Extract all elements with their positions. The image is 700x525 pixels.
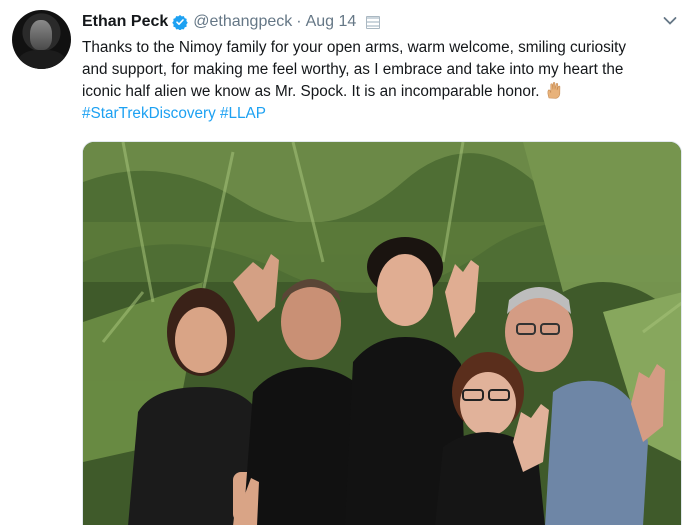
author-handle[interactable]: @ethangpeck	[193, 13, 292, 31]
author-name[interactable]: Ethan Peck	[82, 13, 168, 31]
tweet-text-line-3: iconic half alien we know as Mr. Spock. …	[82, 80, 682, 103]
chevron-down-icon[interactable]	[663, 16, 677, 26]
thumbnail-icon	[366, 15, 381, 29]
avatar[interactable]	[12, 10, 71, 69]
verified-badge-icon	[172, 15, 188, 30]
hashtag-startrekdiscovery[interactable]: #StarTrekDiscovery	[82, 105, 216, 122]
tweet-text-line-2: and support, for making me feel worthy, …	[82, 60, 624, 78]
tweet-text: Thanks to the Nimoy family for your open…	[82, 37, 682, 124]
hashtag-line: #StarTrekDiscovery #LLAP	[82, 103, 682, 125]
tweet-text-line-1: Thanks to the Nimoy family for your open…	[82, 39, 627, 56]
tweet-text-line-3-content: iconic half alien we know as Mr. Spock. …	[82, 83, 540, 100]
tweet-photo[interactable]	[82, 141, 682, 525]
tweet-date[interactable]: Aug 14	[306, 13, 357, 31]
tweet-header: Ethan Peck @ethangpeck · Aug 14	[82, 10, 381, 34]
avatar-face	[30, 20, 52, 50]
hashtag-llap[interactable]: #LLAP	[220, 105, 266, 122]
vulcan-salute-icon	[548, 82, 561, 99]
photo-illustration	[83, 142, 681, 525]
header-separator: ·	[296, 13, 302, 30]
avatar-shoulders	[18, 50, 66, 69]
tweet-card[interactable]: Ethan Peck @ethangpeck · Aug 14 Thanks t…	[0, 0, 700, 525]
